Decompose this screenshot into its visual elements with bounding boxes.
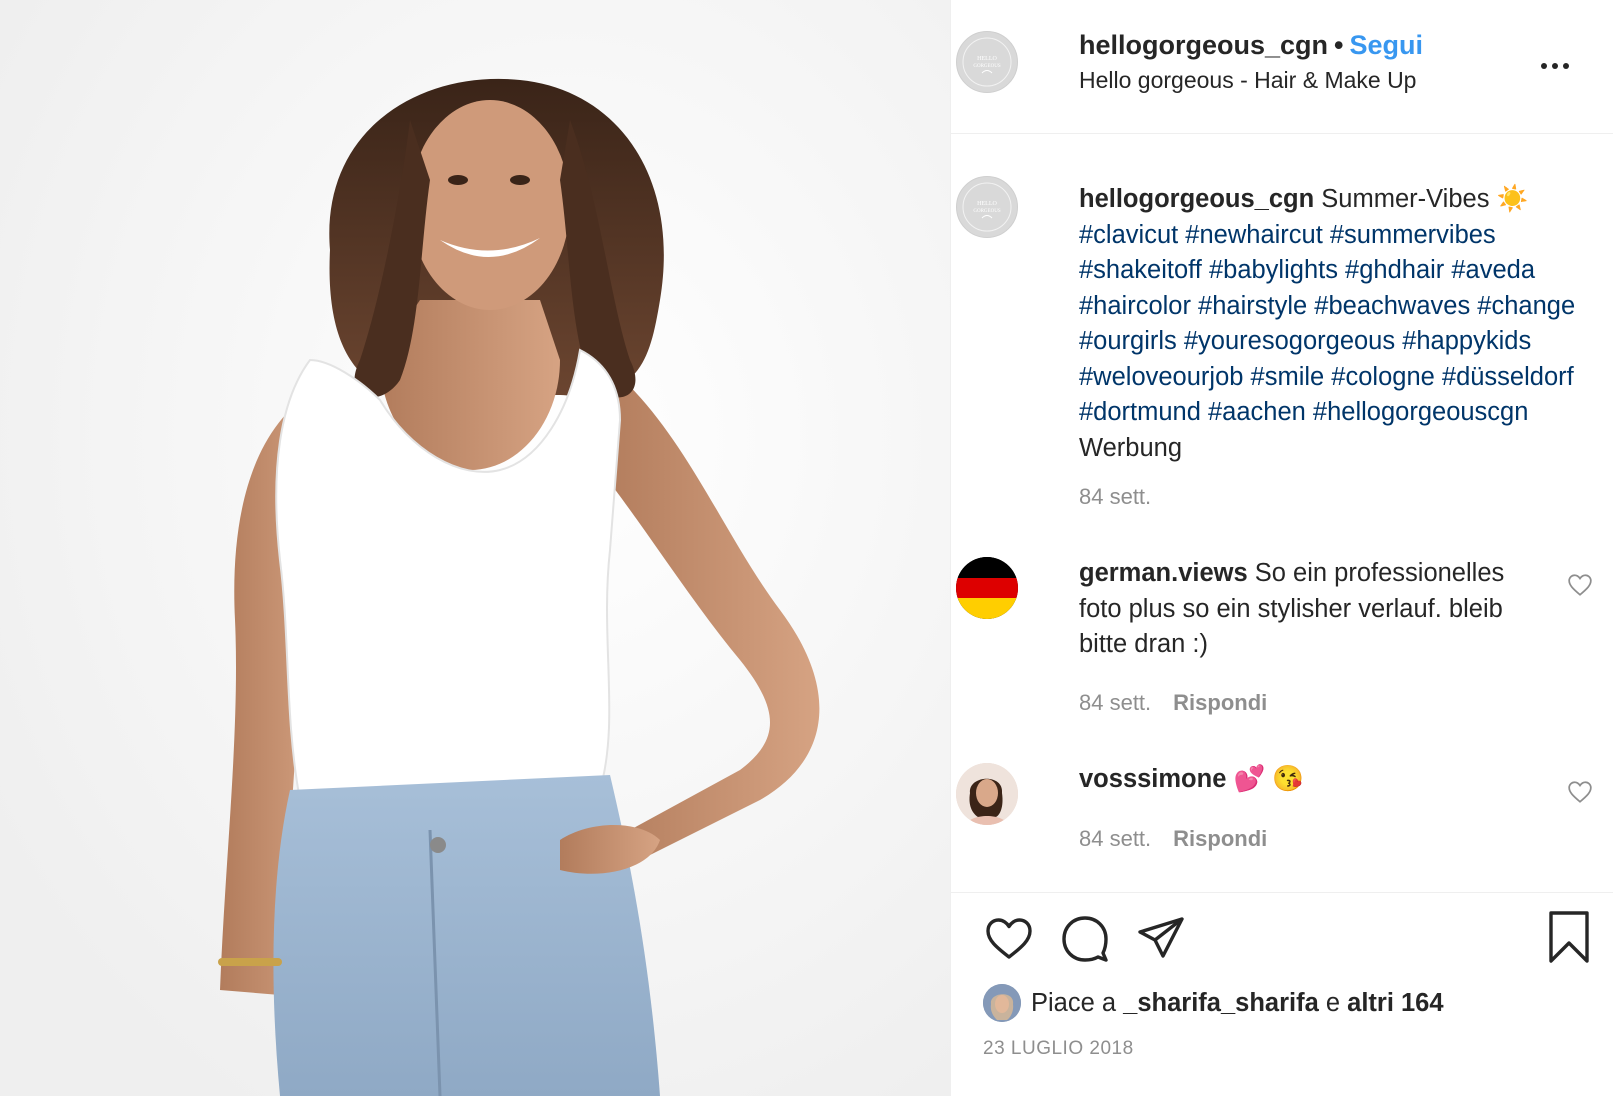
post-side-panel: HELLO GORGEOUS hellogorgeous_cgn • Segui H… [951, 0, 1613, 1096]
header-user-line: hellogorgeous_cgn • Segui [1079, 30, 1423, 61]
likes-connector: e [1325, 988, 1341, 1017]
likes-line: Piace a _sharifa_sharifa e altri 164 [983, 983, 1444, 1023]
comment-2-meta: 84 sett. Rispondi [1079, 826, 1267, 852]
caption-author-avatar[interactable]: HELLO GORGEOUS [956, 176, 1018, 238]
bookmark-icon[interactable] [1545, 909, 1593, 965]
likes-prefix: Piace a [1031, 988, 1117, 1017]
svg-text:GORGEOUS: GORGEOUS [973, 64, 1000, 69]
author-avatar[interactable]: HELLO GORGEOUS [956, 31, 1018, 93]
svg-text:HELLO: HELLO [977, 201, 997, 207]
svg-text:HELLO: HELLO [977, 56, 997, 62]
caption-text: Summer-Vibes ☀️ [1321, 185, 1529, 213]
hello-gorgeous-logo-icon: HELLO GORGEOUS [962, 37, 1012, 87]
comment-2-time[interactable]: 84 sett. [1079, 826, 1151, 851]
post-header: HELLO GORGEOUS hellogorgeous_cgn • Segui H… [951, 0, 1613, 134]
follow-button[interactable]: Segui [1349, 30, 1423, 60]
svg-text:GORGEOUS: GORGEOUS [973, 209, 1000, 214]
comment-2-text: 💕 😘 [1233, 765, 1305, 793]
comment-2-like-icon[interactable] [1567, 779, 1593, 805]
comments-section[interactable]: HELLO GORGEOUS hellogorgeous_cgn Summer-… [951, 134, 1613, 892]
photo-illustration [0, 0, 950, 1096]
likes-others[interactable]: altri 164 [1347, 989, 1443, 1018]
send-icon[interactable] [1135, 913, 1187, 965]
separator-dot: • [1334, 30, 1344, 60]
caption-time: 84 sett. [1079, 484, 1151, 510]
comment-1: german.views So ein professionelles foto… [1079, 556, 1549, 663]
comment-2-username[interactable]: vosssimone [1079, 765, 1226, 793]
comment-1-reply-button[interactable]: Rispondi [1173, 690, 1267, 715]
post-caption: hellogorgeous_cgn Summer-Vibes ☀️ #clavi… [1079, 182, 1579, 466]
caption-username[interactable]: hellogorgeous_cgn [1079, 185, 1314, 213]
author-subtitle[interactable]: Hello gorgeous - Hair & Make Up [1079, 67, 1416, 94]
hello-gorgeous-logo-icon: HELLO GORGEOUS [962, 182, 1012, 232]
comment-avatar-german-views[interactable] [956, 557, 1018, 619]
comment-2-reply-button[interactable]: Rispondi [1173, 826, 1267, 851]
profile-photo-icon [983, 984, 1021, 1022]
more-options-icon[interactable] [1537, 48, 1573, 84]
comment-1-time[interactable]: 84 sett. [1079, 690, 1151, 715]
germany-flag-icon [956, 557, 1018, 619]
likes-user[interactable]: _sharifa_sharifa [1123, 989, 1319, 1018]
comment-2: vosssimone 💕 😘 [1079, 762, 1549, 798]
caption-trailing: Werbung [1079, 433, 1183, 462]
comment-1-meta: 84 sett. Rispondi [1079, 690, 1267, 716]
author-username[interactable]: hellogorgeous_cgn [1079, 30, 1328, 60]
liker-avatar[interactable] [983, 984, 1021, 1022]
post-actions: Piace a _sharifa_sharifa e altri 164 23 … [951, 893, 1613, 1096]
post-photo[interactable] [0, 0, 950, 1096]
comment-1-like-icon[interactable] [1567, 572, 1593, 598]
comment-1-username[interactable]: german.views [1079, 559, 1248, 587]
comment-avatar-vosssimone[interactable] [956, 763, 1018, 825]
caption-hashtags[interactable]: #clavicut #newhaircut #summervibes #shak… [1079, 221, 1575, 427]
comment-icon[interactable] [1059, 913, 1111, 965]
profile-photo-icon [956, 763, 1018, 825]
heart-icon[interactable] [983, 913, 1035, 965]
post-date[interactable]: 23 LUGLIO 2018 [983, 1038, 1134, 1060]
caption-time-text[interactable]: 84 sett. [1079, 484, 1151, 509]
